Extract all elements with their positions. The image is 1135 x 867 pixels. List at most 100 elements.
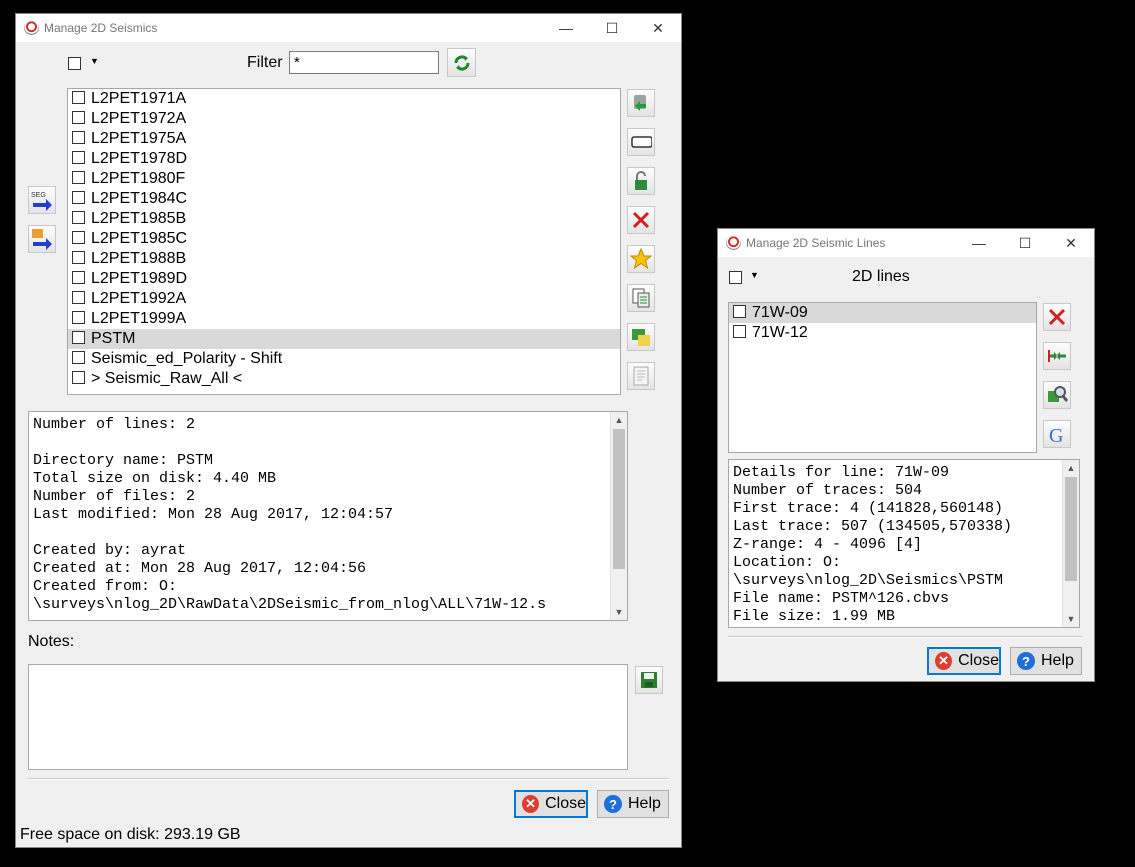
lines-close-button[interactable]: ✕ Close [927,647,1001,675]
svg-text:SEG: SEG [31,192,46,199]
close-icon: ✕ [522,795,540,813]
list-item[interactable]: Seismic_ed_Polarity - Shift [68,349,620,369]
lines-app-icon [726,235,741,250]
item-checkbox[interactable] [72,170,85,184]
list-item[interactable]: L2PET1972A [68,109,620,129]
selection-dropdown-icon[interactable]: ▼ [90,56,99,66]
import-button[interactable] [28,225,56,253]
item-label: L2PET1992A [91,290,187,307]
set-default-icon [630,248,652,270]
list-item[interactable]: L2PET1978D [68,149,620,169]
details-scroll-up-icon[interactable]: ▲ [1063,460,1079,476]
list-item[interactable]: PSTM [68,329,620,349]
save-notes-button[interactable] [635,666,663,694]
item-checkbox[interactable] [72,210,85,224]
minimize-icon[interactable]: — [543,14,589,42]
info-scrollbar[interactable]: ▲ ▼ [610,412,627,620]
close-button[interactable]: ✕ Close [514,790,588,818]
details-scroll-thumb[interactable] [1065,477,1077,581]
merge-button[interactable] [627,323,655,351]
scroll-thumb[interactable] [613,429,625,569]
details-scrollbar[interactable]: ▲ ▼ [1062,460,1079,627]
item-checkbox[interactable] [72,250,85,264]
refresh-button[interactable] [447,48,476,77]
lines-close-window-icon[interactable]: ✕ [1048,229,1094,257]
lines-minimize-icon[interactable]: — [956,229,1002,257]
rename-button[interactable] [627,128,655,156]
list-item[interactable]: 71W-09 [729,303,1036,323]
details-scroll-down-icon[interactable]: ▼ [1063,611,1079,627]
item-checkbox[interactable] [72,230,85,244]
item-label: L2PET1985C [91,230,188,247]
copy-to-survey-button[interactable] [627,89,655,117]
item-checkbox[interactable] [72,270,85,284]
list-item[interactable]: L2PET1992A [68,289,620,309]
scroll-down-icon[interactable]: ▼ [611,604,627,620]
seismic-list[interactable]: L2PET1971A L2PET1972A L2PET1975A L2PET1978D… [67,88,621,395]
item-label: 71W-12 [752,324,808,341]
maximize-icon[interactable]: ☐ [589,14,635,42]
lines-select-all-checkbox[interactable] [729,271,742,284]
list-item[interactable]: L2PET1999A [68,309,620,329]
info-line: \surveys\nlog_2D\Seismics\PSTM [733,572,1004,589]
lines-selection-dropdown-icon[interactable]: ▼ [750,270,759,280]
list-item[interactable]: L2PET1988B [68,249,620,269]
info-line: Last trace: 507 (134505,570338) [733,518,1013,535]
item-checkbox[interactable] [72,330,85,344]
lines-help-button[interactable]: ? Help [1010,647,1082,675]
report-button[interactable] [627,362,655,390]
copy-button[interactable] [627,284,655,312]
copy-icon [632,288,650,308]
item-checkbox[interactable] [733,304,746,318]
lines-close-icon: ✕ [935,652,953,670]
item-checkbox[interactable] [72,290,85,304]
list-item[interactable]: L2PET1984C [68,189,620,209]
info-textbox[interactable]: Number of lines: 2 Directory name: PSTM To… [28,411,628,621]
list-item[interactable]: L2PET1989D [68,269,620,289]
close-window-icon[interactable]: ✕ [635,14,681,42]
list-item[interactable]: L2PET1985B [68,209,620,229]
title-bar[interactable]: Manage 2D Seismics — ☐ ✕ [16,14,681,42]
help-button[interactable]: ? Help [597,790,669,818]
line-details-textbox[interactable]: Details for line: 71W-09 Number of traces… [728,459,1080,628]
scroll-up-icon[interactable]: ▲ [611,412,627,428]
list-item[interactable]: L2PET1975A [68,129,620,149]
item-checkbox[interactable] [72,150,85,164]
item-checkbox[interactable] [72,370,85,384]
list-item[interactable]: L2PET1985C [68,229,620,249]
item-checkbox[interactable] [72,110,85,124]
list-item[interactable]: L2PET1980F [68,169,620,189]
set-default-button[interactable] [627,245,655,273]
lines-header: 2D lines [852,268,910,285]
item-checkbox[interactable] [72,350,85,364]
item-checkbox[interactable] [72,130,85,144]
item-checkbox[interactable] [733,324,746,338]
select-all-checkbox[interactable] [68,57,81,70]
info-line: Created at: Mon 28 Aug 2017, 12:04:56 [33,560,367,577]
lines-maximize-icon[interactable]: ☐ [1002,229,1048,257]
notes-textarea[interactable] [28,664,628,770]
info-line: Total size on disk: 4.40 MB [33,470,277,487]
list-item[interactable]: L2PET1971A [68,89,620,109]
delete-icon [1048,308,1066,326]
merge-lines-button[interactable] [1043,342,1071,370]
lock-button[interactable] [627,167,655,195]
google-export-button[interactable]: G [1043,420,1071,448]
browse-button[interactable] [1043,381,1071,409]
info-line: File name: PSTM^126.cbvs [733,590,950,607]
list-item[interactable]: 71W-12 [729,323,1036,343]
lines-help-icon: ? [1017,652,1035,670]
list-item[interactable]: > Seismic_Raw_All < [68,369,620,389]
info-line: Number of traces: 504 [733,482,923,499]
item-checkbox[interactable] [72,190,85,204]
filter-input[interactable] [289,51,439,74]
filter-label: Filter [247,54,283,71]
lines-list[interactable]: 71W-09 71W-12 [728,302,1037,453]
item-checkbox[interactable] [72,90,85,104]
delete-button[interactable] [1043,303,1071,331]
item-label: L2PET1999A [91,310,187,327]
delete-button[interactable] [627,206,655,234]
lines-title-bar[interactable]: Manage 2D Seismic Lines — ☐ ✕ [718,229,1094,257]
item-checkbox[interactable] [72,310,85,324]
import-segy-button[interactable]: SEG [28,186,56,214]
